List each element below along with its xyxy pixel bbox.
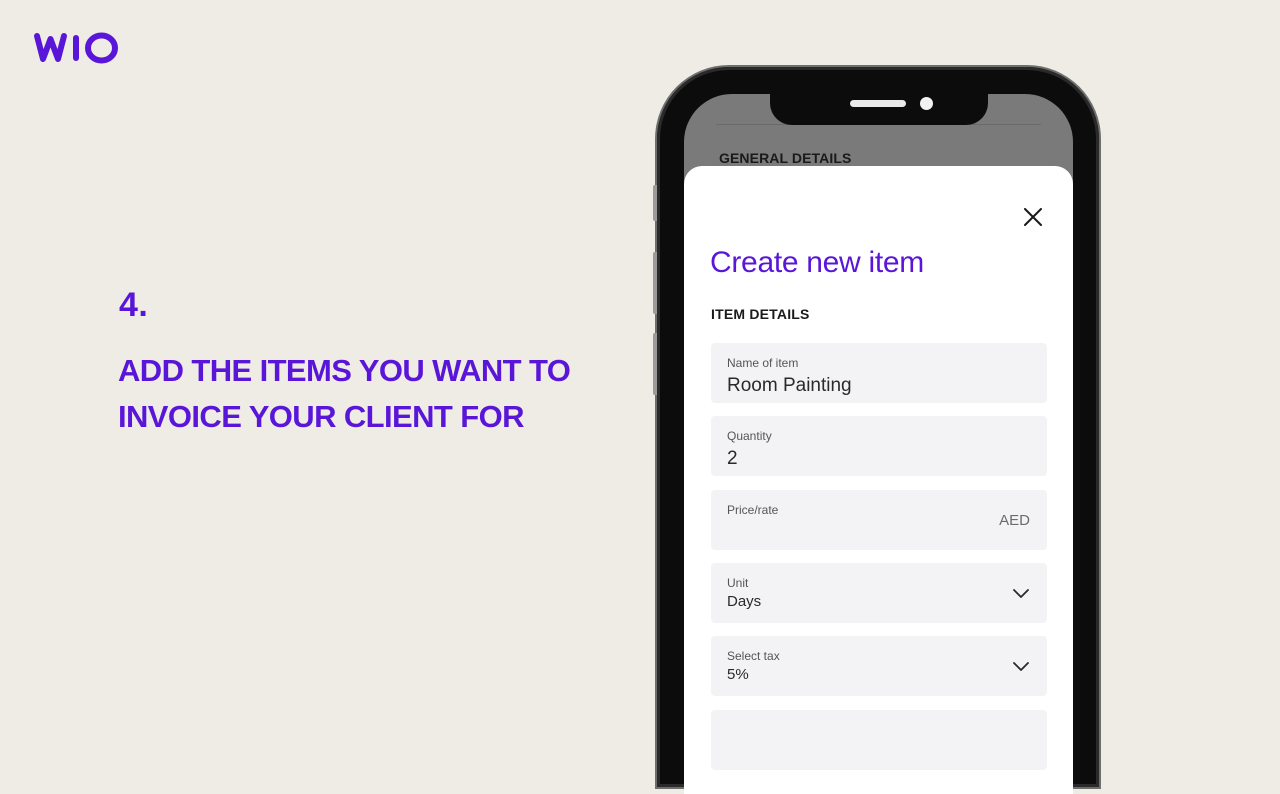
unit-select[interactable]: Unit Days	[711, 563, 1047, 623]
price-rate-label: Price/rate	[727, 503, 779, 517]
price-rate-field[interactable]: Price/rate AED	[711, 490, 1047, 550]
currency-suffix: AED	[999, 512, 1030, 529]
chevron-down-icon	[1013, 662, 1029, 671]
quantity-value: 2	[727, 448, 738, 469]
item-name-value: Room Painting	[727, 375, 852, 396]
unit-value: Days	[727, 593, 762, 610]
item-name-field[interactable]: Name of item Room Painting	[711, 343, 1047, 403]
step-instruction-line-2: INVOICE YOUR CLIENT FOR	[118, 399, 524, 434]
tax-value: 5%	[727, 666, 749, 683]
step-instruction: ADD THE ITEMS YOU WANT TO INVOICE YOUR C…	[118, 348, 638, 440]
background-section-title: GENERAL DETAILS	[719, 150, 852, 166]
phone-notch	[770, 94, 988, 125]
unit-label: Unit	[727, 576, 749, 590]
phone-volume-down	[653, 333, 657, 395]
chevron-down-icon	[1013, 589, 1029, 598]
wio-logo	[34, 32, 118, 64]
quantity-field[interactable]: Quantity 2	[711, 416, 1047, 476]
close-button[interactable]	[1018, 202, 1048, 232]
phone-frame: GENERAL DETAILS Create new item ITEM DET…	[653, 67, 1099, 794]
step-instruction-line-1: ADD THE ITEMS YOU WANT TO	[118, 353, 571, 388]
close-icon	[1024, 208, 1042, 226]
tax-select[interactable]: Select tax 5%	[711, 636, 1047, 696]
phone-speaker	[850, 100, 906, 107]
section-label-item-details: ITEM DETAILS	[711, 306, 810, 322]
phone-screen: GENERAL DETAILS Create new item ITEM DET…	[684, 94, 1073, 794]
tax-label: Select tax	[727, 649, 780, 663]
quantity-label: Quantity	[727, 429, 772, 443]
phone-camera	[920, 97, 933, 110]
phone-volume-up	[653, 252, 657, 314]
item-name-label: Name of item	[727, 356, 799, 370]
next-field-partial[interactable]	[711, 710, 1047, 770]
sheet-title: Create new item	[710, 246, 924, 279]
phone-silent-switch	[653, 185, 657, 221]
step-number: 4.	[119, 286, 149, 324]
create-item-sheet: Create new item ITEM DETAILS Name of ite…	[684, 166, 1073, 794]
